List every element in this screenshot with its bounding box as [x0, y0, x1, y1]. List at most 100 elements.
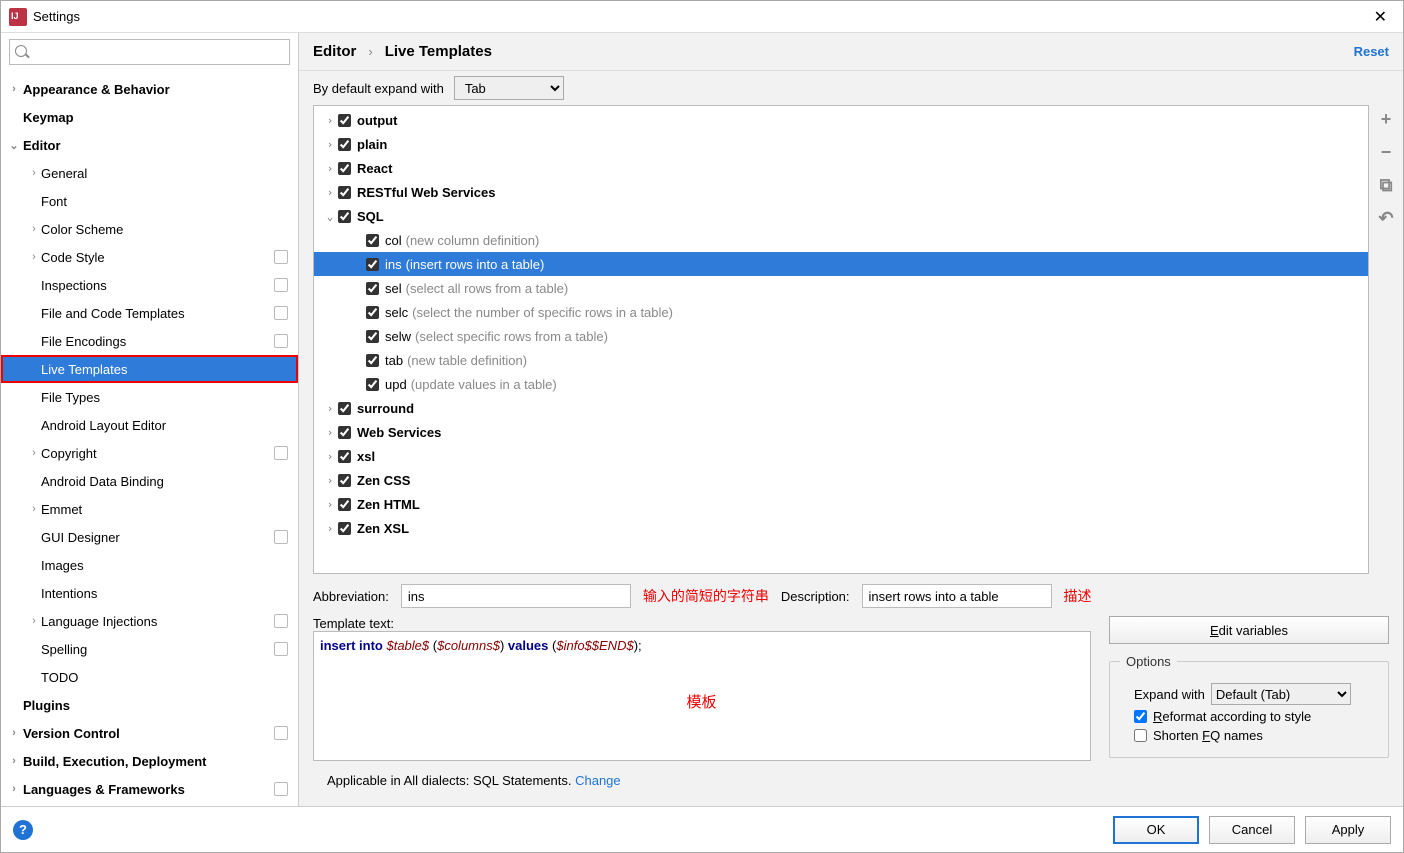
group-label: Zen CSS [357, 473, 410, 488]
crumb-editor[interactable]: Editor [313, 43, 356, 60]
sidebar-item-android-layout-editor[interactable]: Android Layout Editor [1, 411, 298, 439]
reset-link[interactable]: Reset [1354, 44, 1389, 59]
group-checkbox[interactable] [338, 426, 351, 439]
template-checkbox[interactable] [366, 258, 379, 271]
sidebar-item-keymap[interactable]: Keymap [1, 103, 298, 131]
template-group-output[interactable]: › output [314, 108, 1368, 132]
sidebar-item-spelling[interactable]: Spelling [1, 635, 298, 663]
template-checkbox[interactable] [366, 330, 379, 343]
copy-icon[interactable]: ⧉ [1380, 175, 1393, 196]
group-checkbox[interactable] [338, 210, 351, 223]
abbr-input[interactable] [401, 584, 631, 608]
template-item-upd[interactable]: upd (update values in a table) [314, 372, 1368, 396]
template-desc: (select all rows from a table) [406, 281, 569, 296]
sidebar-item-images[interactable]: Images [1, 551, 298, 579]
scope-badge-icon [274, 334, 288, 348]
group-checkbox[interactable] [338, 402, 351, 415]
sidebar-item-color-scheme[interactable]: ›Color Scheme [1, 215, 298, 243]
remove-button[interactable]: − [1381, 142, 1392, 163]
template-checkbox[interactable] [366, 354, 379, 367]
reformat-checkbox[interactable] [1134, 710, 1147, 723]
default-expand-select[interactable]: Tab [454, 76, 564, 100]
group-checkbox[interactable] [338, 138, 351, 151]
sidebar-item-font[interactable]: Font [1, 187, 298, 215]
sidebar-item-build-execution-deployment[interactable]: ›Build, Execution, Deployment [1, 747, 298, 775]
sidebar-item-todo[interactable]: TODO [1, 663, 298, 691]
main-panel: Editor › Live Templates Reset By default… [299, 33, 1403, 806]
chevron-icon: › [29, 251, 39, 263]
ok-button[interactable]: OK [1113, 816, 1199, 844]
search-input[interactable] [9, 39, 290, 65]
group-checkbox[interactable] [338, 522, 351, 535]
template-group-sql[interactable]: ⌄SQL [314, 204, 1368, 228]
template-tree[interactable]: › output ›plain›React›RESTful Web Services… [313, 105, 1369, 574]
template-group-web-services[interactable]: ›Web Services [314, 420, 1368, 444]
group-checkbox[interactable] [338, 162, 351, 175]
group-checkbox[interactable] [338, 498, 351, 511]
sidebar-item-file-encodings[interactable]: File Encodings [1, 327, 298, 355]
group-label: Zen HTML [357, 497, 420, 512]
sidebar-item-file-types[interactable]: File Types [1, 383, 298, 411]
sidebar-item-language-injections[interactable]: ›Language Injections [1, 607, 298, 635]
template-item-sel[interactable]: sel (select all rows from a table) [314, 276, 1368, 300]
sidebar-item-editor[interactable]: ⌄Editor [1, 131, 298, 159]
template-item-tab[interactable]: tab (new table definition) [314, 348, 1368, 372]
sidebar-item-android-data-binding[interactable]: Android Data Binding [1, 467, 298, 495]
sidebar-item-code-style[interactable]: ›Code Style [1, 243, 298, 271]
group-label: output [357, 113, 397, 128]
cancel-button[interactable]: Cancel [1209, 816, 1295, 844]
sidebar-item-file-and-code-templates[interactable]: File and Code Templates [1, 299, 298, 327]
expand-with-select[interactable]: Default (Tab) [1211, 683, 1351, 705]
add-button[interactable]: + [1381, 109, 1392, 130]
chevron-icon: › [322, 426, 338, 439]
shorten-checkbox[interactable] [1134, 729, 1147, 742]
sidebar-item-label: Intentions [41, 586, 97, 601]
sidebar-item-label: Keymap [23, 110, 74, 125]
template-checkbox[interactable] [366, 378, 379, 391]
template-group-react[interactable]: ›React [314, 156, 1368, 180]
template-group-zen-css[interactable]: ›Zen CSS [314, 468, 1368, 492]
sidebar-item-general[interactable]: ›General [1, 159, 298, 187]
template-item-selc[interactable]: selc (select the number of specific rows… [314, 300, 1368, 324]
template-group-xsl[interactable]: ›xsl [314, 444, 1368, 468]
chevron-icon: › [322, 402, 338, 415]
group-checkbox[interactable] [338, 114, 351, 127]
template-item-col[interactable]: col (new column definition) [314, 228, 1368, 252]
edit-variables-button[interactable]: Edit variables [1109, 616, 1389, 644]
template-group-zen-html[interactable]: ›Zen HTML [314, 492, 1368, 516]
sidebar-item-label: Build, Execution, Deployment [23, 754, 206, 769]
sidebar-item-appearance-behavior[interactable]: ›Appearance & Behavior [1, 75, 298, 103]
applicable-text: Applicable in All dialects: SQL Statemen… [313, 769, 1389, 796]
help-icon[interactable]: ? [13, 820, 33, 840]
group-checkbox[interactable] [338, 186, 351, 199]
chevron-icon: › [322, 114, 338, 127]
template-group-restful-web-services[interactable]: ›RESTful Web Services [314, 180, 1368, 204]
desc-input[interactable] [862, 584, 1052, 608]
template-item-selw[interactable]: selw (select specific rows from a table) [314, 324, 1368, 348]
sidebar-item-copyright[interactable]: ›Copyright [1, 439, 298, 467]
sidebar-item-emmet[interactable]: ›Emmet [1, 495, 298, 523]
template-group-surround[interactable]: ›surround [314, 396, 1368, 420]
sidebar-item-plugins[interactable]: Plugins [1, 691, 298, 719]
template-item-ins[interactable]: ins (insert rows into a table) [314, 252, 1368, 276]
scope-badge-icon [274, 306, 288, 320]
sidebar-item-inspections[interactable]: Inspections [1, 271, 298, 299]
group-checkbox[interactable] [338, 450, 351, 463]
sidebar-item-version-control[interactable]: ›Version Control [1, 719, 298, 747]
sidebar-item-gui-designer[interactable]: GUI Designer [1, 523, 298, 551]
template-group-zen-xsl[interactable]: ›Zen XSL [314, 516, 1368, 540]
template-checkbox[interactable] [366, 282, 379, 295]
sidebar-item-languages-frameworks[interactable]: ›Languages & Frameworks [1, 775, 298, 803]
undo-icon[interactable]: ↶ [1378, 208, 1393, 229]
template-checkbox[interactable] [366, 234, 379, 247]
close-icon[interactable]: ✕ [1366, 7, 1395, 27]
template-text-editor[interactable]: insert into $table$ ($columns$) values (… [313, 631, 1091, 761]
template-group-plain[interactable]: ›plain [314, 132, 1368, 156]
sidebar-item-live-templates[interactable]: Live Templates [1, 355, 298, 383]
sidebar-item-intentions[interactable]: Intentions [1, 579, 298, 607]
chevron-icon: › [29, 503, 39, 515]
template-checkbox[interactable] [366, 306, 379, 319]
group-checkbox[interactable] [338, 474, 351, 487]
change-link[interactable]: Change [575, 773, 621, 788]
apply-button[interactable]: Apply [1305, 816, 1391, 844]
